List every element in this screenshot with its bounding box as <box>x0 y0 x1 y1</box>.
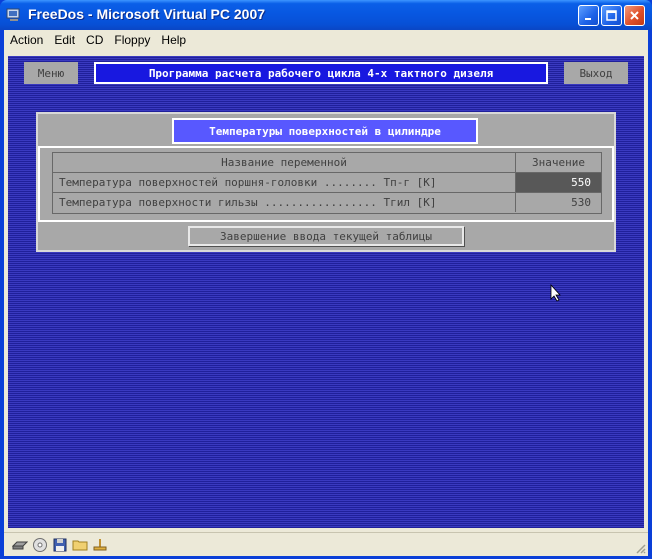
mouse-cursor-icon <box>550 284 561 302</box>
close-icon <box>630 11 639 20</box>
close-button[interactable] <box>624 5 645 26</box>
maximize-icon <box>606 10 617 21</box>
vm-display-area: Меню Программа расчета рабочего цикла 4-… <box>4 50 648 532</box>
window-title: FreeDos - Microsoft Virtual PC 2007 <box>28 6 266 22</box>
table-frame: Название переменной Значение Температура… <box>38 146 614 222</box>
shared-folder-icon[interactable] <box>72 537 88 553</box>
table-row[interactable]: Температура поверхности гильзы .........… <box>53 193 601 213</box>
menu-cd[interactable]: CD <box>81 33 108 47</box>
variable-name: Температура поверхностей поршня-головки … <box>53 173 516 192</box>
variable-name: Температура поверхности гильзы .........… <box>53 193 516 212</box>
menu-help[interactable]: Help <box>156 33 191 47</box>
status-bar <box>4 532 648 556</box>
dos-exit-button[interactable]: Выход <box>564 62 628 84</box>
table-row[interactable]: Температура поверхностей поршня-головки … <box>53 173 601 193</box>
resize-grip-icon[interactable] <box>634 542 646 554</box>
finish-input-button[interactable]: Завершение ввода текущей таблицы <box>188 226 464 246</box>
menu-edit[interactable]: Edit <box>49 33 80 47</box>
dos-screen[interactable]: Меню Программа расчета рабочего цикла 4-… <box>8 56 644 528</box>
panel-title: Температуры поверхностей в цилиндре <box>172 118 478 144</box>
network-icon[interactable] <box>92 537 108 553</box>
input-panel: Температуры поверхностей в цилиндре Назв… <box>36 112 616 252</box>
menu-bar: Action Edit CD Floppy Help <box>4 30 648 50</box>
variable-value-input[interactable]: 530 <box>516 193 601 212</box>
dos-menu-button[interactable]: Меню <box>24 62 78 84</box>
menu-floppy[interactable]: Floppy <box>109 33 155 47</box>
variables-table: Название переменной Значение Температура… <box>52 152 602 214</box>
minimize-button[interactable] <box>578 5 599 26</box>
virtual-pc-icon <box>6 8 20 21</box>
menu-action[interactable]: Action <box>5 33 48 47</box>
minimize-icon <box>584 17 591 20</box>
table-header-row: Название переменной Значение <box>53 153 601 173</box>
variable-value-input[interactable]: 550 <box>516 173 601 192</box>
cd-drive-icon[interactable] <box>32 537 48 553</box>
column-header-name: Название переменной <box>53 153 516 172</box>
column-header-value: Значение <box>532 156 585 169</box>
vpc-window: FreeDos - Microsoft Virtual PC 2007 Acti… <box>0 0 652 559</box>
hard-disk-icon[interactable] <box>12 537 28 553</box>
title-bar[interactable]: FreeDos - Microsoft Virtual PC 2007 <box>0 0 652 30</box>
program-header: Программа расчета рабочего цикла 4-х так… <box>94 62 548 84</box>
floppy-disk-icon[interactable] <box>52 537 68 553</box>
maximize-button[interactable] <box>601 5 622 26</box>
